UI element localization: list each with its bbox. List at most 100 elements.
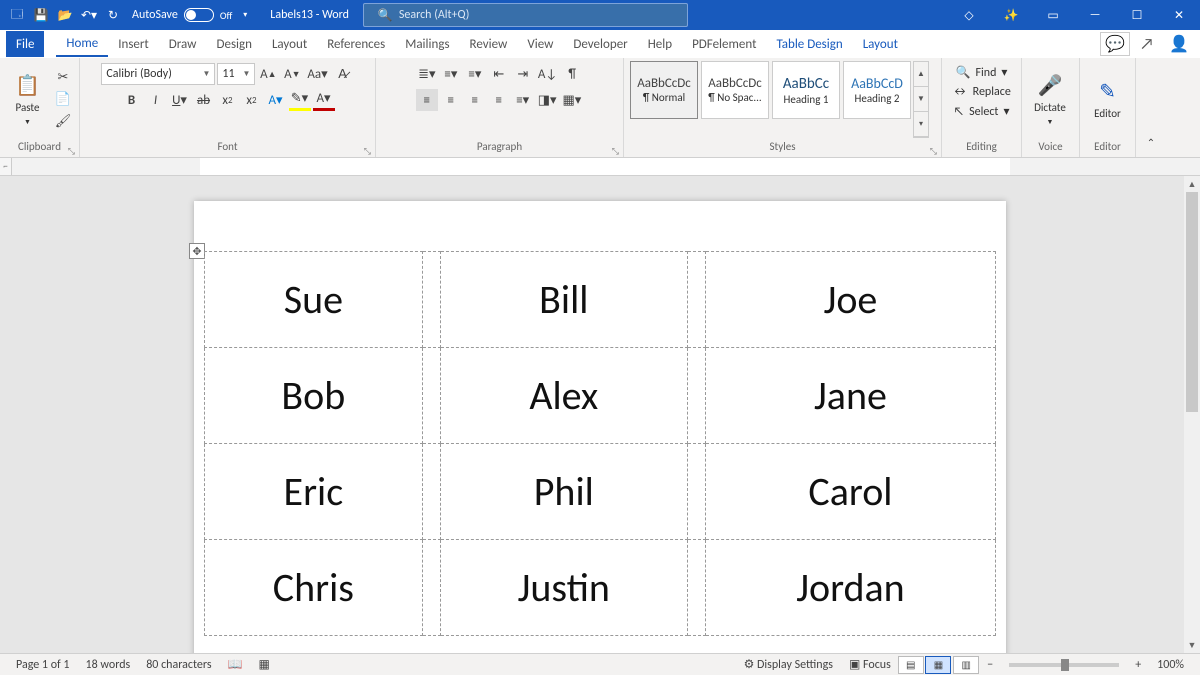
clear-format-icon[interactable]: A̷ (332, 63, 354, 85)
zoom-out-icon[interactable]: − (979, 658, 1001, 672)
label-table[interactable]: Sue Bill Joe Bob Alex Jane Eric Phil Car… (204, 251, 996, 636)
styles-scroll[interactable]: ▲▼▾ (913, 61, 929, 138)
tab-insert[interactable]: Insert (108, 31, 159, 57)
search-box[interactable]: 🔍 Search (Alt+Q) (363, 3, 688, 27)
dialog-launcher-icon[interactable]: ⤡ (68, 146, 75, 157)
comments-icon[interactable]: 💬 (1100, 32, 1130, 56)
collapse-ribbon-icon[interactable]: ⌃ (1140, 131, 1162, 153)
font-size-combo[interactable]: 11▼ (217, 63, 255, 85)
char-count[interactable]: 80 characters (138, 658, 219, 672)
style-normal[interactable]: AaBbCcDc¶ Normal (630, 61, 698, 119)
minimize-icon[interactable]: — (1074, 0, 1116, 30)
autosave-icon[interactable]: 🗔 (6, 4, 28, 26)
table-move-handle-icon[interactable]: ✥ (189, 243, 205, 259)
bold-button[interactable]: B (121, 89, 143, 111)
bullets-icon[interactable]: ≣▾ (416, 63, 438, 85)
word-count[interactable]: 18 words (78, 658, 139, 672)
share-icon[interactable]: ↗ (1132, 32, 1162, 56)
label-cell[interactable]: Justin (440, 540, 687, 636)
line-spacing-icon[interactable]: ≡▾ (512, 89, 534, 111)
shading-icon[interactable]: ◨▾ (536, 89, 559, 111)
label-cell[interactable]: Sue (205, 252, 423, 348)
zoom-level[interactable]: 100% (1149, 658, 1192, 672)
dialog-launcher-icon[interactable]: ⤡ (612, 146, 619, 157)
increase-font-icon[interactable]: A▲ (257, 63, 279, 85)
page[interactable]: ✥ Sue Bill Joe Bob Alex Jane Eric Phil C… (194, 201, 1006, 653)
align-left-icon[interactable]: ≡ (416, 89, 438, 111)
tab-pdfelement[interactable]: PDFelement (682, 31, 766, 57)
label-cell[interactable]: Carol (705, 444, 995, 540)
style-heading2[interactable]: AaBbCcDHeading 2 (843, 61, 911, 119)
redo-icon[interactable]: ↻ (102, 4, 124, 26)
close-icon[interactable]: ✕ (1158, 0, 1200, 30)
editor-button[interactable]: ✎ Editor (1086, 79, 1129, 120)
focus-mode[interactable]: ▣ Focus (841, 657, 899, 672)
italic-button[interactable]: I (145, 89, 167, 111)
scroll-down-icon[interactable]: ▼ (1184, 637, 1200, 653)
scroll-up-icon[interactable]: ▲ (1184, 176, 1200, 192)
label-cell[interactable]: Jane (705, 348, 995, 444)
dialog-launcher-icon[interactable]: ⤡ (930, 146, 937, 157)
decrease-font-icon[interactable]: A▼ (281, 63, 303, 85)
label-cell[interactable]: Joe (705, 252, 995, 348)
diamond-icon[interactable]: ◇ (948, 0, 990, 30)
multilevel-icon[interactable]: ≡▾ (464, 63, 486, 85)
document-area[interactable]: ✥ Sue Bill Joe Bob Alex Jane Eric Phil C… (0, 176, 1200, 653)
indent-increase-icon[interactable]: ⇥ (512, 63, 534, 85)
show-marks-icon[interactable]: ¶ (561, 63, 583, 85)
ribbon-display-icon[interactable]: ▭ (1032, 0, 1074, 30)
tab-review[interactable]: Review (460, 31, 518, 57)
replace-button[interactable]: ↔Replace (948, 83, 1015, 101)
zoom-slider[interactable] (1009, 663, 1119, 667)
strikethrough-button[interactable]: ab (193, 89, 215, 111)
ruler-track[interactable] (12, 158, 1200, 175)
tab-table-design[interactable]: Table Design (766, 31, 852, 57)
align-center-icon[interactable]: ≡ (440, 89, 462, 111)
style-no-spacing[interactable]: AaBbCcDc¶ No Spac... (701, 61, 769, 119)
cut-icon[interactable]: ✂ (53, 68, 73, 88)
tab-design[interactable]: Design (206, 31, 261, 57)
numbering-icon[interactable]: ≡▾ (440, 63, 462, 85)
vertical-scrollbar[interactable]: ▲ ▼ (1184, 176, 1200, 653)
tab-table-layout[interactable]: Layout (853, 31, 908, 57)
save-icon[interactable]: 💾 (30, 4, 52, 26)
format-painter-icon[interactable]: 🖌 (53, 112, 73, 132)
read-mode-icon[interactable]: ▤ (898, 656, 924, 674)
web-layout-icon[interactable]: ▥ (953, 656, 979, 674)
coming-soon-icon[interactable]: ✨ (990, 0, 1032, 30)
customize-qat-icon[interactable]: ▾ (234, 4, 256, 26)
label-cell[interactable]: Phil (440, 444, 687, 540)
dialog-launcher-icon[interactable]: ⤡ (364, 146, 371, 157)
tab-mailings[interactable]: Mailings (395, 31, 459, 57)
sort-icon[interactable]: A↓ (536, 63, 559, 85)
print-layout-icon[interactable]: ▦ (925, 656, 951, 674)
indent-decrease-icon[interactable]: ⇤ (488, 63, 510, 85)
zoom-in-icon[interactable]: + (1127, 658, 1149, 672)
align-right-icon[interactable]: ≡ (464, 89, 486, 111)
underline-button[interactable]: U▾ (169, 89, 191, 111)
highlight-icon[interactable]: ✎▾ (289, 89, 311, 111)
copy-icon[interactable]: 📄 (53, 90, 73, 110)
paste-button[interactable]: 📋 Paste ▼ (6, 73, 49, 126)
spell-check-icon[interactable]: 📖 (220, 657, 251, 672)
tab-developer[interactable]: Developer (563, 31, 637, 57)
subscript-button[interactable]: x2 (217, 89, 239, 111)
maximize-icon[interactable]: ☐ (1116, 0, 1158, 30)
font-color-icon[interactable]: A▾ (313, 89, 335, 111)
tab-file[interactable]: File (6, 31, 44, 57)
display-settings[interactable]: ⚙ Display Settings (736, 657, 841, 672)
superscript-button[interactable]: x2 (241, 89, 263, 111)
justify-icon[interactable]: ≡ (488, 89, 510, 111)
font-family-combo[interactable]: Calibri (Body)▼ (101, 63, 215, 85)
label-cell[interactable]: Eric (205, 444, 423, 540)
label-cell[interactable]: Alex (440, 348, 687, 444)
autosave-toggle[interactable]: AutoSave Off (132, 8, 232, 22)
tab-draw[interactable]: Draw (159, 31, 207, 57)
style-heading1[interactable]: AaBbCcHeading 1 (772, 61, 840, 119)
text-effects-icon[interactable]: A▾ (265, 89, 287, 111)
borders-icon[interactable]: ▦▾ (561, 89, 584, 111)
scroll-thumb[interactable] (1186, 192, 1198, 412)
open-icon[interactable]: 📂 (54, 4, 76, 26)
undo-icon[interactable]: ↶▾ (78, 4, 100, 26)
tab-help[interactable]: Help (638, 31, 682, 57)
